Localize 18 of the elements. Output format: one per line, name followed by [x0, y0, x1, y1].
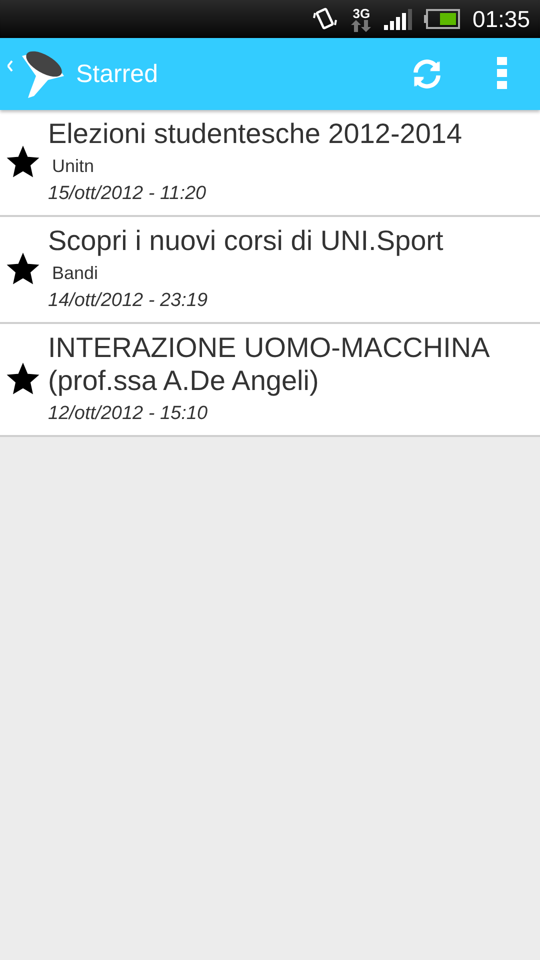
star-icon[interactable]: [6, 144, 40, 179]
clock-time: 01:35: [472, 6, 530, 32]
item-title: Scopri i nuovi corsi di UNI.Sport: [48, 225, 444, 258]
battery-icon: [424, 9, 460, 29]
item-category: Bandi: [52, 263, 100, 284]
star-icon[interactable]: [6, 362, 40, 396]
item-date: 15/ott/2012 - 11:20: [48, 183, 208, 206]
item-title: Elezioni studentesche 2012-2014: [48, 118, 462, 150]
signal-icon: [384, 8, 412, 30]
item-date: 12/ott/2012 - 15:10: [48, 402, 209, 425]
item-category: Unitn: [52, 156, 96, 178]
screen-title: Starred: [76, 60, 159, 88]
data-arrows-icon: [350, 20, 372, 32]
item-date: 14/ott/2012 - 23:19: [48, 290, 209, 312]
star-icon[interactable]: [6, 252, 40, 286]
item-title: INTERAZIONE UOMO-MACCHINA (prof.ssa A.De Angeli): [48, 332, 490, 397]
vibrate-icon: [312, 7, 338, 31]
network-type: 3G: [352, 6, 370, 20]
